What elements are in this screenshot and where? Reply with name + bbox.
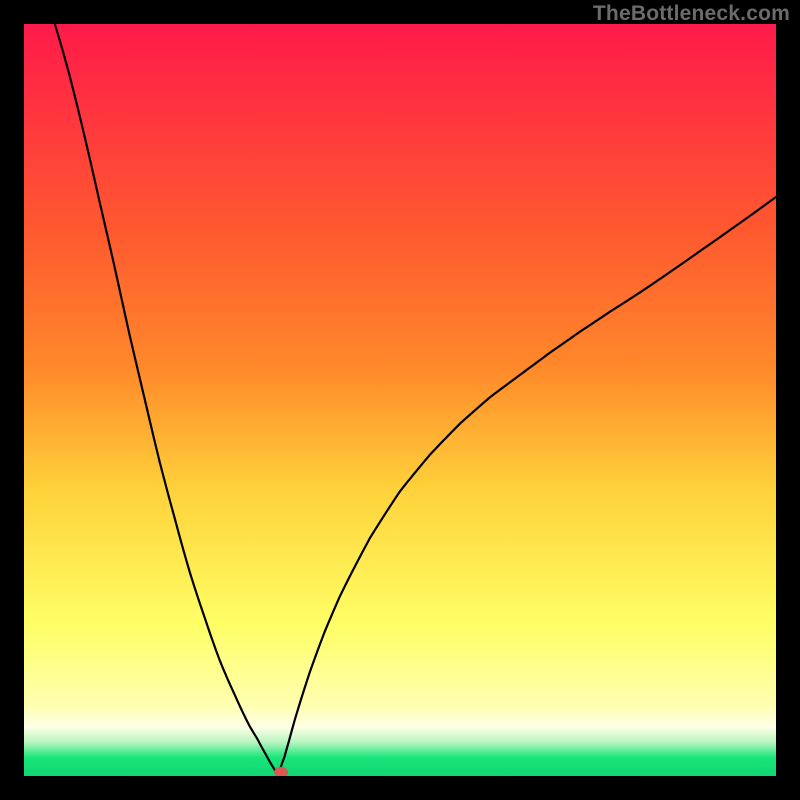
chart-plot-area [24,24,776,776]
chart-frame: TheBottleneck.com [0,0,800,800]
watermark-text: TheBottleneck.com [593,2,790,26]
chart-svg [24,24,776,776]
